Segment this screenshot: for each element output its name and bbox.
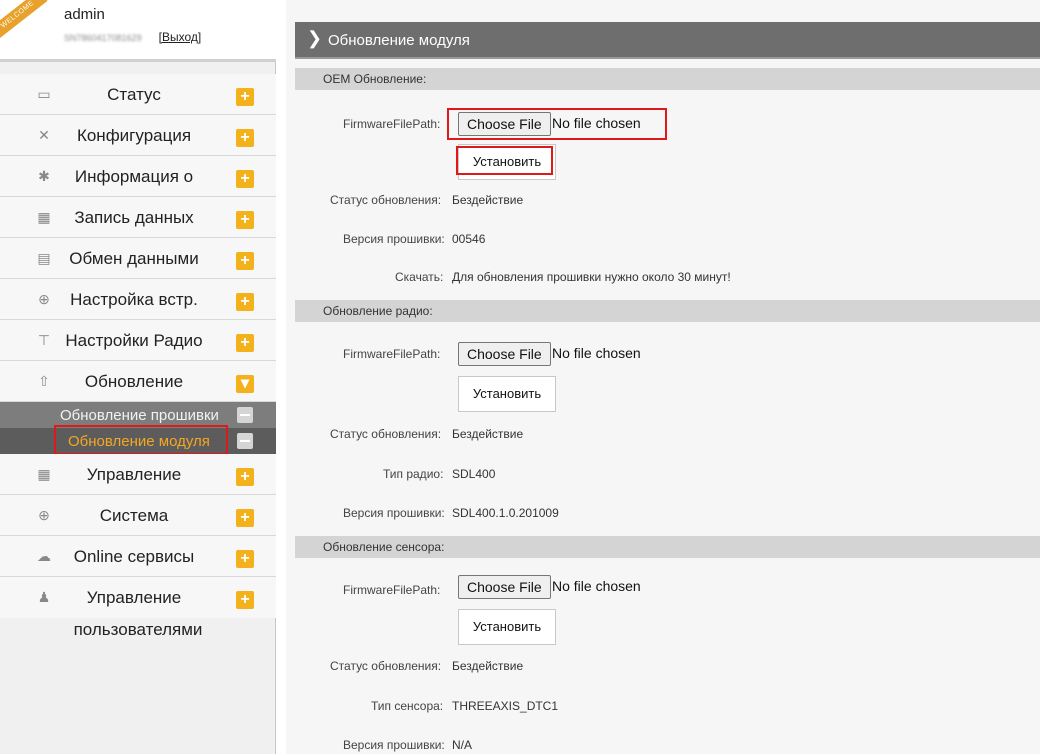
install-button[interactable]: Установить xyxy=(458,376,556,412)
no-file-text: No file chosen xyxy=(552,578,641,594)
sidebar-item-label: Запись данных xyxy=(74,208,194,227)
download-label: Скачать: xyxy=(395,270,444,284)
sidebar-item-label: Online сервисы xyxy=(73,547,195,566)
expand-icon[interactable]: + xyxy=(236,509,254,527)
sidebar-item-configuration[interactable]: ✕ Конфигурация + xyxy=(0,115,276,156)
sidebar-item-label: Информация о xyxy=(74,167,194,186)
sidebar-item-online-services[interactable]: ☁ Online сервисы + xyxy=(0,536,276,577)
sidebar-item-label: Конфигурация xyxy=(76,126,192,145)
username: admin xyxy=(64,6,105,23)
section-title: Обновление сенсора: xyxy=(323,540,445,554)
sidebar-item-label: Обмен данными xyxy=(69,249,199,268)
version-label: Версия прошивки: xyxy=(343,738,445,752)
sidebar-item-label: Обновление xyxy=(84,372,184,391)
minus-icon xyxy=(237,433,253,449)
page-title: Обновление модуля xyxy=(328,32,470,49)
expand-icon[interactable]: + xyxy=(236,591,254,609)
sidebar-item-builtin-settings[interactable]: ⊕ Настройка встр. + xyxy=(0,279,276,320)
expand-icon[interactable]: + xyxy=(236,170,254,188)
sidebar-item-management[interactable]: ▦ Управление + xyxy=(0,454,276,495)
sidebar-item-update[interactable]: ⇧ Обновление ▾ xyxy=(0,361,276,402)
main-content: ❯ Обновление модуля OEM Обновление: Firm… xyxy=(286,0,1040,754)
section-sensor: Обновление сенсора: xyxy=(295,536,1040,558)
sidebar-item-data-exchange[interactable]: ▤ Обмен данными + xyxy=(0,238,276,279)
section-title: OEM Обновление: xyxy=(323,72,427,86)
submenu-module-update[interactable]: Обновление модуля xyxy=(0,425,276,455)
user-id: SN7860417081629 xyxy=(64,33,142,43)
choose-file-button[interactable]: Choose File xyxy=(458,342,551,366)
firmware-path-label: FirmwareFilePath: xyxy=(343,583,441,597)
expand-icon[interactable]: + xyxy=(236,211,254,229)
page-header: ❯ Обновление модуля xyxy=(295,22,1040,59)
install-button[interactable]: Установить xyxy=(458,609,556,645)
user-panel: WELCOME admin SN7860417081629 [Выход] xyxy=(0,0,276,62)
sidebar-item-status[interactable]: ▭ Статус + xyxy=(0,74,276,115)
expand-icon[interactable]: + xyxy=(236,468,254,486)
expand-icon[interactable]: + xyxy=(236,550,254,568)
highlight-box xyxy=(54,425,228,455)
sidebar: WELCOME admin SN7860417081629 [Выход] ▭ … xyxy=(0,0,276,754)
sidebar-item-label-continued: пользователями xyxy=(73,620,203,639)
section-radio: Обновление радио: xyxy=(295,300,1040,322)
sidebar-item-radio-settings[interactable]: ⊤ Настройки Радио + xyxy=(0,320,276,361)
minus-icon xyxy=(237,407,253,423)
sidebar-item-label: Статус xyxy=(107,85,161,104)
status-label: Статус обновления: xyxy=(330,193,442,207)
status-value: Бездействие xyxy=(452,193,524,207)
welcome-ribbon: WELCOME xyxy=(0,0,48,41)
firmware-path-label: FirmwareFilePath: xyxy=(343,347,441,361)
radio-type-label: Тип радио: xyxy=(383,467,444,481)
sidebar-item-label: Система xyxy=(99,506,169,525)
version-value: SDL400.1.0.201009 xyxy=(452,506,559,520)
section-title: Обновление радио: xyxy=(323,304,433,318)
collapse-icon[interactable]: ▾ xyxy=(236,375,254,393)
sidebar-item-data-logging[interactable]: ▦ Запись данных + xyxy=(0,197,276,238)
radio-type-value: SDL400 xyxy=(452,467,496,481)
sidebar-item-label: Управление xyxy=(86,588,182,607)
sidebar-menu: ▭ Статус + ✕ Конфигурация + ✱ Информация… xyxy=(0,74,276,640)
sidebar-item-user-management[interactable]: ♟ Управление + xyxy=(0,577,276,618)
no-file-text: No file chosen xyxy=(552,345,641,361)
version-value: 00546 xyxy=(452,232,486,246)
logout-link[interactable]: [Выход] xyxy=(159,30,202,44)
version-value: N/A xyxy=(452,738,473,752)
status-label: Статус обновления: xyxy=(330,427,442,441)
sidebar-item-label: Управление xyxy=(86,465,182,484)
version-label: Версия прошивки: xyxy=(343,232,445,246)
expand-icon[interactable]: + xyxy=(236,334,254,352)
highlight-box xyxy=(447,108,667,140)
download-value: Для обновления прошивки нужно около 30 м… xyxy=(452,270,731,284)
expand-icon[interactable]: + xyxy=(236,252,254,270)
chevron-right-icon: ❯ xyxy=(307,28,323,48)
expand-icon[interactable]: + xyxy=(236,293,254,311)
status-value: Бездействие xyxy=(452,427,524,441)
section-oem: OEM Обновление: xyxy=(295,68,1040,90)
firmware-path-label: FirmwareFilePath: xyxy=(343,117,441,131)
version-label: Версия прошивки: xyxy=(343,506,445,520)
sidebar-item-label: Настройка встр. xyxy=(70,290,198,309)
status-value: Бездействие xyxy=(452,659,524,673)
highlight-box xyxy=(456,146,553,175)
sidebar-item-label: Настройки Радио xyxy=(65,331,203,350)
sidebar-item-system[interactable]: ⊕ Система + xyxy=(0,495,276,536)
expand-icon[interactable]: + xyxy=(236,88,254,106)
sidebar-item-information[interactable]: ✱ Информация о + xyxy=(0,156,276,197)
user-line: SN7860417081629 [Выход] xyxy=(64,30,201,44)
sensor-type-label: Тип сенсора: xyxy=(371,699,444,713)
choose-file-button[interactable]: Choose File xyxy=(458,575,551,599)
sensor-type-value: THREEAXIS_DTC1 xyxy=(452,699,559,713)
status-label: Статус обновления: xyxy=(330,659,442,673)
expand-icon[interactable]: + xyxy=(236,129,254,147)
submenu-label: Обновление прошивки xyxy=(60,407,219,424)
